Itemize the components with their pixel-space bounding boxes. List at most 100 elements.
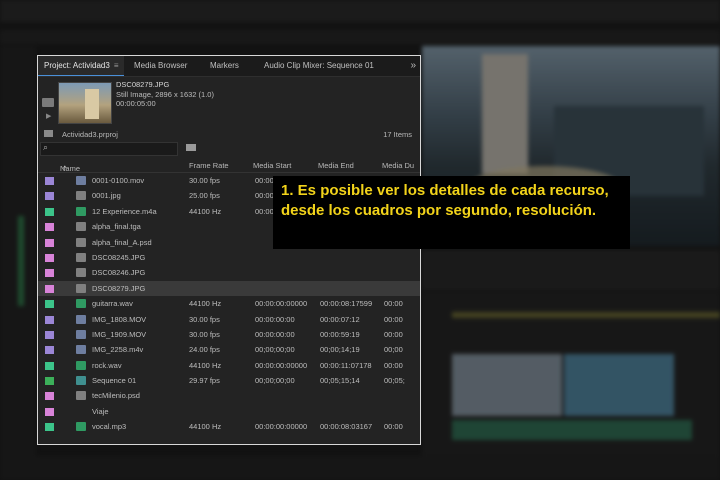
- asset-row[interactable]: guitarra.wav 44100 Hz 00:00:00:00000 00:00:…: [38, 296, 420, 311]
- asset-media-end: 00;00;14;19: [320, 345, 360, 355]
- preview-duration: 00:00:05:00: [116, 99, 156, 108]
- asset-media-end: 00:00:11:07178: [320, 360, 372, 370]
- asset-media-duration: 00:00: [384, 360, 403, 370]
- play-icon[interactable]: ▶: [46, 112, 51, 120]
- tab-media-browser[interactable]: Media Browser: [128, 56, 193, 76]
- asset-name: 0001-0100.mov: [92, 176, 145, 185]
- column-media-duration[interactable]: Media Du: [382, 161, 414, 170]
- asset-name: tecMilenio.psd: [92, 391, 140, 401]
- asset-name: alpha_final_A.psd: [92, 237, 152, 247]
- asset-frame-rate: 29.97 fps: [189, 376, 220, 386]
- timeline-panel: [422, 292, 720, 462]
- folder-icon: [44, 130, 53, 137]
- asset-row[interactable]: DSC08245.JPG: [38, 250, 420, 265]
- asset-media-start: 00:00:00:00000: [255, 422, 308, 432]
- project-panel: Project: Actividad3 ≡ Media Browser Marke…: [37, 55, 421, 445]
- label-color-swatch[interactable]: [45, 284, 54, 293]
- asset-row[interactable]: IMG_2258.m4v 24.00 fps 00;00;00;00 00;00;14…: [38, 342, 420, 357]
- label-color-swatch[interactable]: [45, 407, 54, 416]
- label-color-swatch[interactable]: [45, 346, 54, 355]
- asset-media-duration: 00:00: [384, 329, 403, 339]
- workspace-tab-row: [0, 30, 720, 44]
- status-bar: [0, 456, 720, 480]
- column-header: Name ^ Frame Rate Media Start Media End M…: [38, 158, 420, 173]
- asset-media-start: 00:00:00:00: [255, 314, 295, 324]
- asset-row[interactable]: rock.wav 44100 Hz 00:00:00:00000 00:00:11:0…: [38, 358, 420, 373]
- panel-menu-icon[interactable]: ≡: [114, 61, 119, 70]
- column-media-start[interactable]: Media Start: [253, 161, 291, 170]
- column-media-end[interactable]: Media End: [318, 161, 354, 170]
- image-file-icon: [76, 283, 86, 293]
- sequence-icon: [76, 376, 86, 386]
- asset-media-end: 00:00:07:12: [320, 314, 360, 324]
- asset-media-end: 00:00:08:03167: [320, 422, 373, 432]
- label-color-swatch[interactable]: [45, 253, 54, 262]
- label-color-swatch[interactable]: [45, 192, 54, 201]
- camera-icon[interactable]: [42, 98, 54, 107]
- preview-thumbnail: [58, 82, 112, 124]
- project-info-row: Actividad3.prproj 17 Items: [40, 128, 418, 142]
- panel-tab-bar: Project: Actividad3 ≡ Media Browser Marke…: [38, 56, 420, 77]
- asset-row[interactable]: tecMilenio.psd: [38, 388, 420, 403]
- asset-row[interactable]: DSC08279.JPG: [38, 280, 420, 297]
- label-color-swatch[interactable]: [45, 377, 54, 386]
- item-count: 17 Items: [383, 130, 412, 139]
- asset-media-start: 00:00: [255, 206, 274, 216]
- audio-file-icon: [76, 360, 86, 370]
- preview-filename: DSC08279.JPG: [116, 80, 170, 89]
- asset-row[interactable]: DSC08246.JPG: [38, 265, 420, 280]
- asset-row[interactable]: IMG_1909.MOV 30.00 fps 00:00:00:00 00:00:59…: [38, 327, 420, 342]
- label-color-swatch[interactable]: [45, 315, 54, 324]
- label-color-swatch[interactable]: [45, 223, 54, 232]
- asset-row[interactable]: Sequence 01 29.97 fps 00;00;00;00 00;05;15;…: [38, 373, 420, 388]
- tab-audio-clip-mixer[interactable]: Audio Clip Mixer: Sequence 01: [258, 56, 380, 76]
- asset-name: vocal.mp3: [92, 422, 127, 432]
- asset-media-start: 00:00:00:00000: [255, 299, 308, 309]
- asset-media-end: 00;05;15;14: [320, 376, 360, 386]
- video-file-icon: [76, 345, 86, 355]
- asset-frame-rate: 44100 Hz: [189, 422, 222, 432]
- asset-name: 0001.jpg: [92, 191, 121, 201]
- sort-ascending-icon: ^: [63, 164, 67, 173]
- label-color-swatch[interactable]: [45, 238, 54, 247]
- image-file-icon: [76, 191, 86, 201]
- asset-name: IMG_2258.m4v: [92, 345, 144, 355]
- asset-name: IMG_1808.MOV: [92, 314, 147, 324]
- label-color-swatch[interactable]: [45, 177, 54, 185]
- search-input[interactable]: ⌕: [40, 142, 178, 156]
- video-file-icon: [76, 329, 86, 339]
- asset-row[interactable]: IMG_1808.MOV 30.00 fps 00:00:00:00 00:00:07…: [38, 312, 420, 327]
- asset-name: rock.wav: [92, 360, 122, 370]
- asset-media-duration: 00;00: [384, 345, 403, 355]
- asset-name: 12 Experience.m4a: [92, 206, 157, 216]
- asset-media-end: 00:00:59:19: [320, 329, 360, 339]
- instruction-callout: 1. Es posible ver los detalles de cada r…: [273, 176, 630, 249]
- image-file-icon: [76, 391, 86, 401]
- audio-file-icon: [76, 206, 86, 216]
- label-color-swatch[interactable]: [45, 269, 54, 278]
- image-file-icon: [76, 237, 86, 247]
- asset-media-duration: 00:00: [384, 299, 403, 309]
- asset-frame-rate: 44100 Hz: [189, 206, 222, 216]
- asset-frame-rate: 25.00 fps: [189, 191, 220, 201]
- tab-project[interactable]: Project: Actividad3 ≡: [38, 56, 125, 76]
- asset-row[interactable]: vocal.mp3 44100 Hz 00:00:00:00000 00:00:08:…: [38, 419, 420, 434]
- label-color-swatch[interactable]: [45, 330, 54, 339]
- asset-frame-rate: 30.00 fps: [189, 314, 220, 324]
- tab-markers[interactable]: Markers: [204, 56, 245, 76]
- label-color-swatch[interactable]: [45, 423, 54, 432]
- preview-details: Still Image, 2896 x 1632 (1.0): [116, 89, 214, 99]
- callout-text: 1. Es posible ver los detalles de cada r…: [281, 182, 609, 219]
- label-color-swatch[interactable]: [45, 300, 54, 309]
- audio-file-icon: [76, 299, 86, 309]
- label-color-swatch[interactable]: [45, 361, 54, 370]
- more-tabs-icon[interactable]: »: [410, 56, 416, 76]
- new-bin-icon[interactable]: [186, 144, 196, 151]
- asset-row[interactable]: Viaje: [38, 404, 420, 419]
- asset-media-start: 00:00: [255, 191, 274, 201]
- column-frame-rate[interactable]: Frame Rate: [189, 161, 229, 170]
- video-file-icon: [76, 314, 86, 324]
- label-color-swatch[interactable]: [45, 392, 54, 401]
- monitor-controls: [422, 250, 720, 290]
- label-color-swatch[interactable]: [45, 207, 54, 216]
